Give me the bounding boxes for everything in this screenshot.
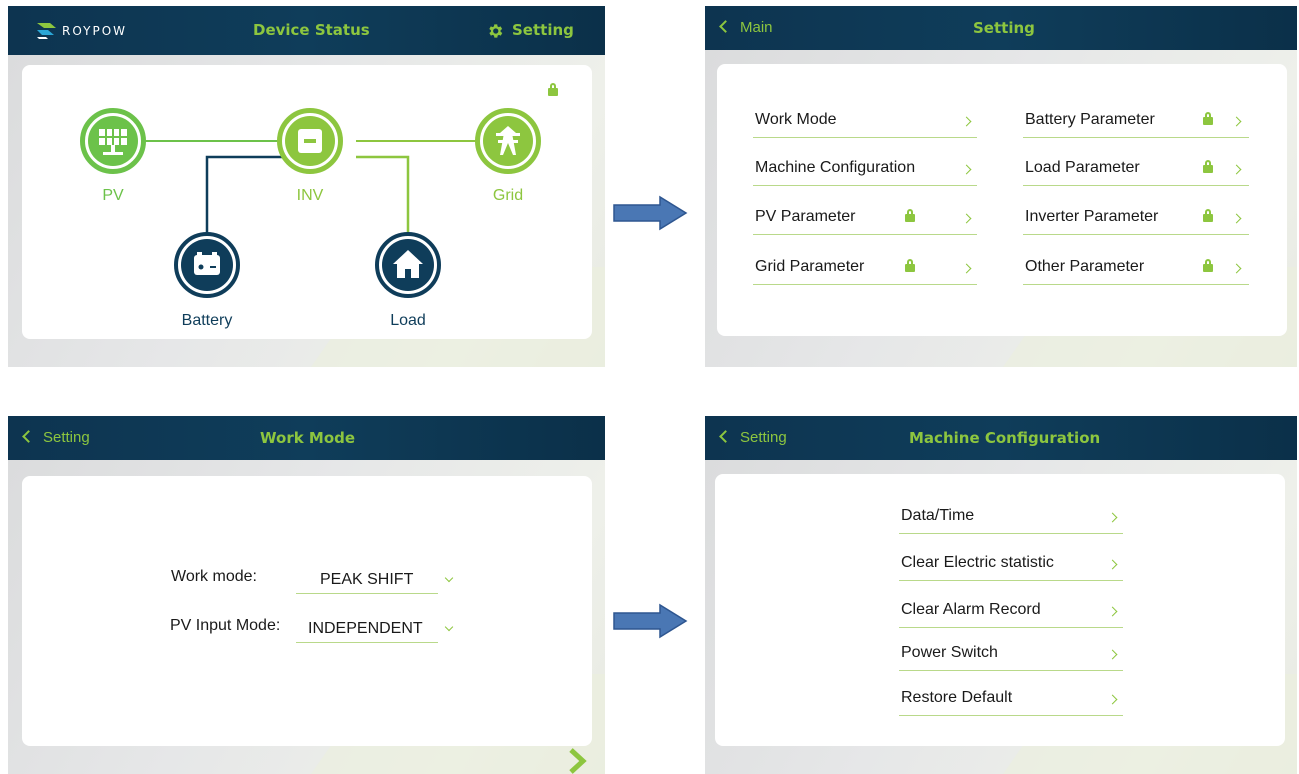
chevron-right-icon (1231, 164, 1242, 175)
pv-node[interactable] (80, 108, 146, 174)
pv-input-mode-label: PV Input Mode: (170, 617, 281, 634)
menu-item-pv-parameter[interactable]: PV Parameter (753, 195, 977, 235)
battery-node[interactable] (174, 232, 240, 298)
setting-panel: Work Mode Machine Configuration PV Param… (717, 64, 1287, 336)
lock-icon (905, 259, 915, 272)
menu-item-other-parameter[interactable]: Other Parameter (1023, 245, 1249, 285)
chevron-down-icon (444, 622, 454, 632)
roypow-logo-icon (37, 23, 56, 39)
menu-item-label: Data/Time (901, 507, 975, 524)
back-button[interactable]: Main (719, 6, 773, 50)
menu-item-restore-default[interactable]: Restore Default (899, 676, 1123, 716)
menu-item-label: Battery Parameter (1025, 111, 1155, 128)
pv-input-mode-select[interactable]: INDEPENDENT (296, 615, 454, 643)
menu-item-label: Other Parameter (1025, 258, 1145, 275)
chevron-right-icon (1107, 694, 1118, 705)
menu-item-label: Machine Configuration (755, 159, 916, 176)
chevron-right-icon (1107, 606, 1118, 617)
work-mode-label: Work mode: (171, 568, 257, 585)
solar-panel-icon (88, 116, 138, 166)
work-mode-select[interactable]: PEAK SHIFT (296, 566, 454, 594)
menu-item-work-mode[interactable]: Work Mode (753, 98, 977, 138)
chevron-right-icon (961, 164, 972, 175)
back-label: Main (740, 19, 773, 36)
lock-icon (1203, 160, 1213, 173)
device-status-panel: PV INV Grid Battery Load (22, 65, 592, 339)
brand-text: ROYPOW (62, 24, 128, 38)
menu-item-label: PV Parameter (755, 208, 856, 225)
lock-icon (905, 209, 915, 222)
lock-icon (548, 83, 558, 96)
page-title: Machine Configuration (909, 429, 1101, 447)
home-icon (382, 239, 434, 291)
chevron-right-icon (961, 213, 972, 224)
battery-label: Battery (181, 312, 233, 329)
machine-configuration-screen: Setting Machine Configuration Data/Time … (705, 416, 1297, 774)
work-mode-screen: Setting Work Mode Work mode: PEAK SHIFT … (8, 416, 605, 774)
pv-label: PV (102, 187, 124, 204)
chevron-right-icon (961, 263, 972, 274)
chevron-right-icon (961, 116, 972, 127)
menu-item-label: Work Mode (755, 111, 837, 128)
machine-configuration-panel: Data/Time Clear Electric statistic Clear… (715, 474, 1285, 746)
menu-item-label: Restore Default (901, 689, 1013, 706)
setting-button[interactable]: Setting (486, 6, 574, 55)
arrow-right-icon (613, 603, 688, 639)
chevron-right-icon (1107, 512, 1118, 523)
arrow-right-icon (613, 195, 688, 231)
next-page-icon[interactable] (568, 748, 588, 774)
menu-item-label: Inverter Parameter (1025, 208, 1159, 225)
setting-label: Setting (512, 21, 574, 39)
chevron-left-icon (719, 20, 732, 33)
menu-item-label: Clear Alarm Record (901, 601, 1041, 618)
chevron-left-icon (719, 430, 732, 443)
menu-item-label: Grid Parameter (755, 258, 865, 275)
lock-icon (1203, 112, 1213, 125)
chevron-down-icon (444, 573, 454, 583)
menu-item-inverter-parameter[interactable]: Inverter Parameter (1023, 195, 1249, 235)
inverter-label: INV (296, 187, 324, 204)
inverter-icon (285, 116, 335, 166)
pv-input-mode-value: INDEPENDENT (308, 620, 423, 637)
setting-screen: Main Setting Work Mode Machine Configura… (705, 6, 1297, 367)
inverter-node[interactable] (277, 108, 343, 174)
page-title: Work Mode (260, 429, 356, 447)
chevron-right-icon (1231, 213, 1242, 224)
menu-item-clear-electric-statistic[interactable]: Clear Electric statistic (899, 541, 1123, 581)
menu-item-data-time[interactable]: Data/Time (899, 494, 1123, 534)
chevron-right-icon (1231, 116, 1242, 127)
back-label: Setting (740, 429, 787, 446)
gear-icon (489, 23, 503, 38)
chevron-right-icon (1231, 263, 1242, 274)
grid-label: Grid (492, 187, 524, 204)
work-mode-value: PEAK SHIFT (320, 571, 414, 588)
page-title: Device Status (253, 21, 370, 39)
chevron-left-icon (22, 430, 35, 443)
menu-item-label: Load Parameter (1025, 159, 1140, 176)
roypow-logo: ROYPOW (36, 22, 127, 40)
chevron-right-icon (1107, 559, 1118, 570)
back-label: Setting (43, 429, 90, 446)
menu-item-battery-parameter[interactable]: Battery Parameter (1023, 98, 1249, 138)
lock-icon (1203, 259, 1213, 272)
device-status-screen: ROYPOW Device Status Setting PV INV Grid… (8, 6, 605, 367)
menu-item-machine-configuration[interactable]: Machine Configuration (753, 146, 977, 186)
menu-item-power-switch[interactable]: Power Switch (899, 631, 1123, 671)
work-mode-panel: Work mode: PEAK SHIFT PV Input Mode: IND… (22, 476, 592, 746)
power-tower-icon (483, 116, 533, 166)
menu-item-load-parameter[interactable]: Load Parameter (1023, 146, 1249, 186)
lock-icon (1203, 209, 1213, 222)
menu-item-grid-parameter[interactable]: Grid Parameter (753, 245, 977, 285)
menu-item-label: Clear Electric statistic (901, 554, 1054, 571)
back-button[interactable]: Setting (719, 416, 787, 460)
chevron-right-icon (1107, 649, 1118, 660)
back-button[interactable]: Setting (22, 416, 90, 460)
grid-node[interactable] (475, 108, 541, 174)
load-node[interactable] (375, 232, 441, 298)
load-label: Load (390, 312, 426, 329)
page-title: Setting (973, 19, 1035, 37)
menu-item-label: Power Switch (901, 644, 998, 661)
menu-item-clear-alarm-record[interactable]: Clear Alarm Record (899, 588, 1123, 628)
battery-icon (181, 239, 233, 291)
